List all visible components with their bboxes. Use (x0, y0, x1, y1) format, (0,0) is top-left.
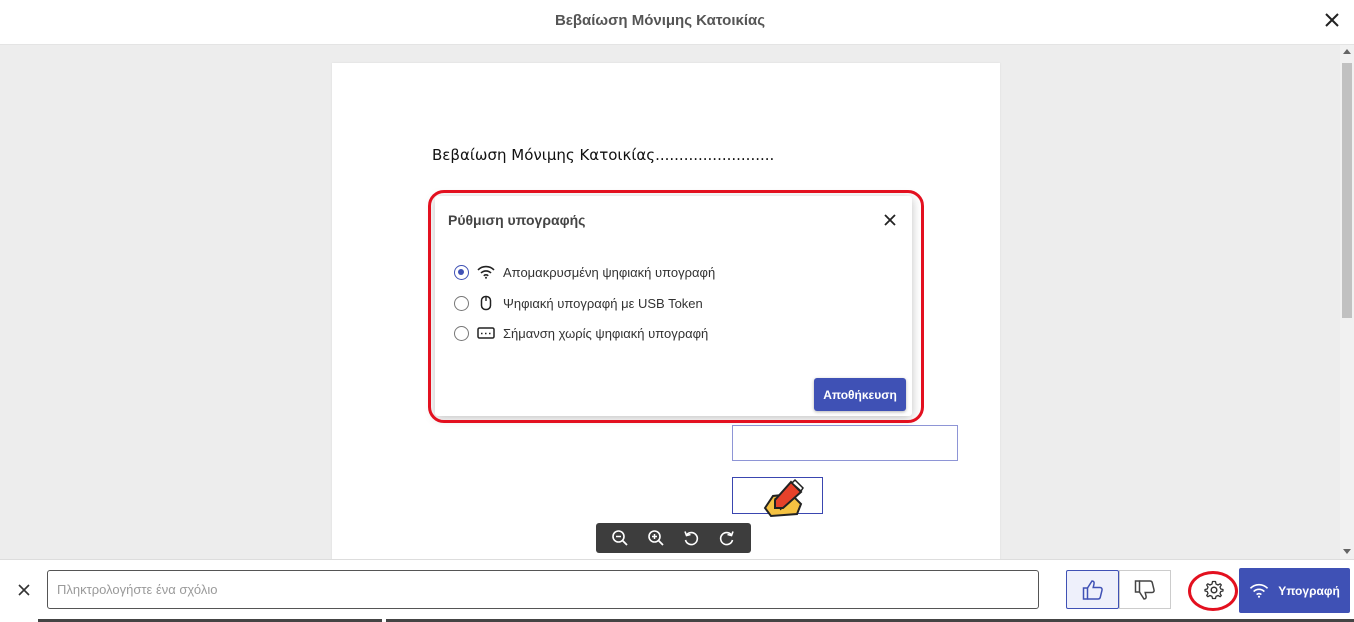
option-usb-token-signature[interactable]: Ψηφιακή υπογραφή με USB Token (454, 293, 703, 313)
scrollbar-thumb[interactable] (1342, 63, 1352, 318)
wifi-icon (1249, 583, 1269, 598)
thumbs-up-icon (1082, 579, 1103, 600)
option-label: Σήμανση χωρίς ψηφιακή υπογραφή (503, 325, 709, 341)
rotate-left-icon[interactable] (679, 526, 703, 550)
zoom-toolbar (596, 523, 751, 553)
signature-settings-dialog: Ρύθμιση υπογραφής Απομακρυσμένη ψηφιακή … (435, 196, 912, 416)
vertical-scrollbar[interactable] (1340, 45, 1354, 559)
radio-button[interactable] (454, 325, 469, 341)
header-bar: Βεβαίωση Μόνιμης Κατοικίας (0, 0, 1354, 45)
zoom-out-icon[interactable] (608, 526, 632, 550)
window-title: Βεβαίωση Μόνιμης Κατοικίας (554, 12, 766, 29)
gear-icon (1204, 580, 1224, 600)
close-icon[interactable] (1322, 10, 1342, 30)
close-icon[interactable] (16, 582, 32, 598)
reject-button[interactable] (1119, 570, 1171, 609)
signature-placeholder[interactable] (732, 477, 823, 518)
settings-button[interactable] (1200, 576, 1228, 604)
save-button[interactable]: Αποθήκευση (814, 378, 906, 411)
action-bar: Υπογραφή (0, 559, 1354, 622)
option-remote-signature[interactable]: Απομακρυσμένη ψηφιακή υπογραφή (454, 262, 715, 282)
keyboard-icon (477, 325, 495, 341)
dialog-title: Ρύθμιση υπογραφής (448, 212, 586, 228)
option-no-digital-signature[interactable]: Σήμανση χωρίς ψηφιακή υπογραφή (454, 323, 708, 343)
sign-here-icon (763, 478, 804, 518)
rotate-right-icon[interactable] (715, 526, 739, 550)
option-label: Ψηφιακή υπογραφή με USB Token (503, 295, 703, 311)
close-icon[interactable] (882, 212, 898, 228)
approve-button[interactable] (1066, 570, 1119, 609)
thumbs-down-icon (1134, 579, 1155, 600)
signature-field-box[interactable] (732, 425, 958, 461)
sign-button-label: Υπογραφή (1278, 583, 1340, 598)
wifi-icon (477, 264, 495, 280)
option-label: Απομακρυσμένη ψηφιακή υπογραφή (503, 264, 716, 280)
usb-mouse-icon (477, 295, 495, 311)
zoom-in-icon[interactable] (644, 526, 668, 550)
sign-button[interactable]: Υπογραφή (1239, 568, 1350, 613)
radio-button[interactable] (454, 264, 469, 280)
scroll-down-icon[interactable] (1343, 549, 1351, 554)
scroll-up-icon[interactable] (1343, 49, 1351, 54)
document-heading: Βεβαίωση Μόνιμης Κατοικίας..............… (432, 146, 775, 164)
radio-button[interactable] (454, 295, 469, 311)
comment-input[interactable] (47, 570, 1039, 609)
